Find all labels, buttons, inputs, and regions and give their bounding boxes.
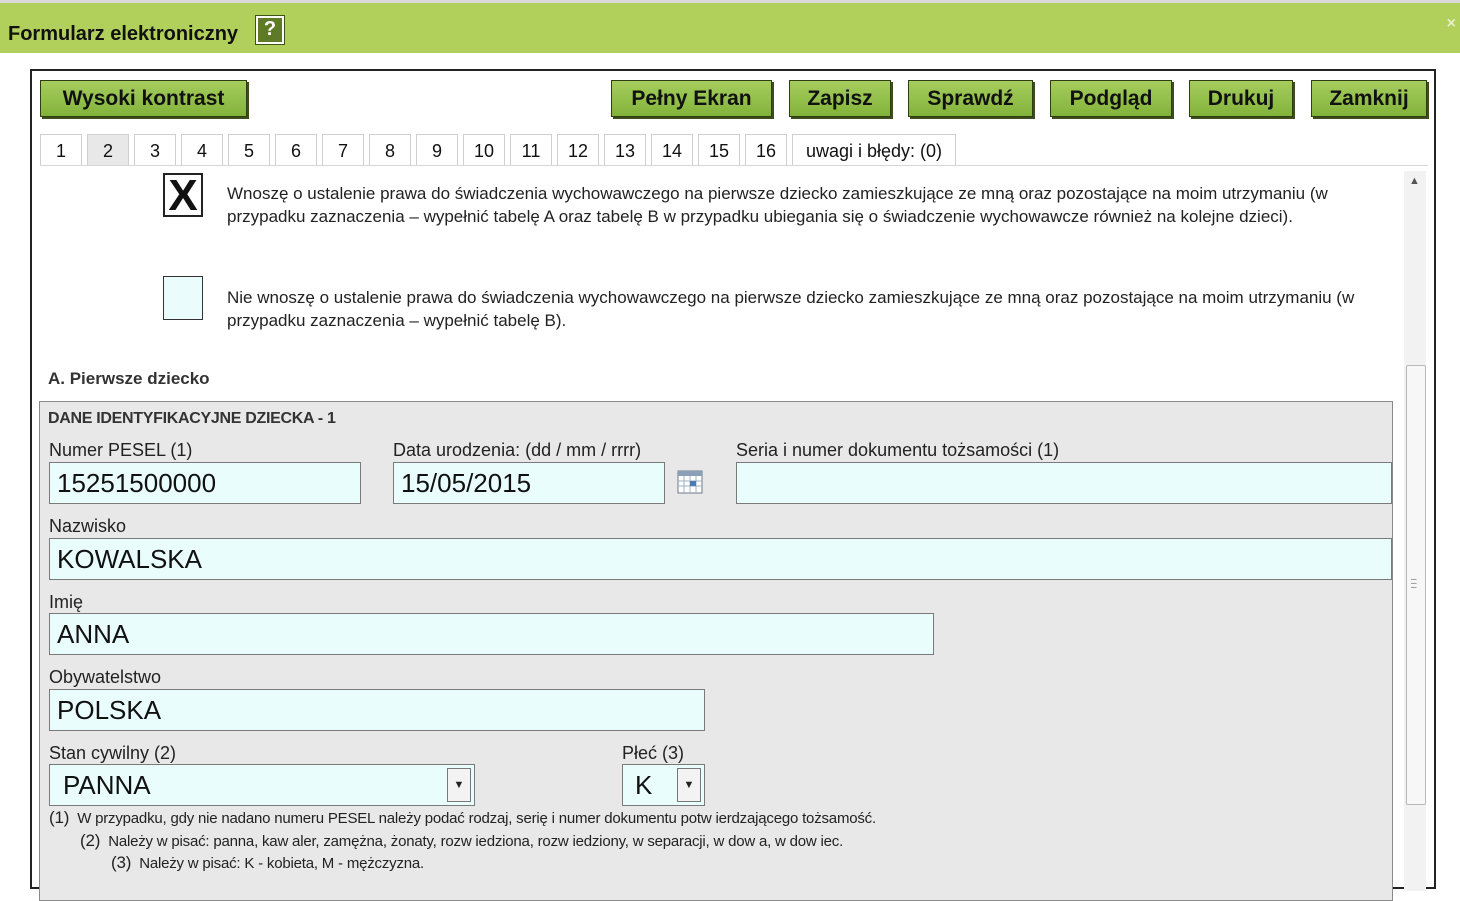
tab-9[interactable]: 9 [416,134,458,166]
sex-label: Płeć (3) [622,743,685,763]
form-frame: Wysoki kontrast Pełny Ekran Zapisz Spraw… [30,69,1436,901]
option-1-text: Wnoszę o ustalenie prawa do świadczenia … [227,184,1328,226]
scrollbar-thumb[interactable]: ‒ ‒ ‒ [1406,365,1426,805]
tab-8[interactable]: 8 [369,134,411,166]
marital-status-label: Stan cywilny (2) [49,743,177,763]
footnote-1: (1) W przypadku, gdy nie nadano numeru PE… [49,808,876,827]
birth-date-input[interactable]: 15/05/2015 [393,462,665,504]
section-title: A. Pierwsze dziecko [48,369,210,388]
citizenship-input[interactable]: POLSKA [49,689,705,731]
surname-label: Nazwisko [49,516,127,536]
tab-7[interactable]: 7 [322,134,364,166]
footnote-2: (2) Należy w pisać: panna, kaw aler, zamę… [80,831,844,850]
window-title: Formularz elektroniczny [8,23,239,45]
close-icon[interactable]: × [1447,15,1456,33]
sex-select[interactable]: K ▼ [622,764,705,806]
option-2-text: Nie wnoszę o ustalenie prawa do świadcze… [227,288,1355,330]
marital-status-select[interactable]: PANNA ▼ [49,764,475,806]
first-name-input[interactable]: ANNA [49,613,934,655]
tab-remarks-errors[interactable]: uwagi i błędy: (0) [792,134,956,166]
tab-5[interactable]: 5 [228,134,270,166]
preview-button[interactable]: Podgląd [1050,80,1172,117]
sex-value: K [635,770,653,800]
birth-date-label: Data urodzenia: (dd / mm / rrrr) [393,440,642,460]
option-2-checkbox[interactable] [163,276,203,320]
child-identification-panel: DANE IDENTYFIKACYJNE DZIECKA - 1 Numer P… [39,401,1393,901]
tab-15[interactable]: 15 [698,134,740,166]
footnote-3: (3) Należy w pisać: K - kobieta, M - mężc… [111,853,425,872]
help-icon[interactable]: ? [255,15,285,45]
tab-1[interactable]: 1 [40,134,82,166]
arrow-up-icon[interactable]: ▲ [1409,175,1420,187]
full-screen-button[interactable]: Pełny Ekran [611,80,772,117]
grip-icon: ‒ ‒ ‒ [1411,574,1417,593]
tab-13[interactable]: 13 [604,134,646,166]
chevron-down-icon[interactable]: ▼ [447,768,471,802]
citizenship-label: Obywatelstwo [49,667,162,687]
pesel-input[interactable]: 15251500000 [49,462,361,504]
tab-3[interactable]: 3 [134,134,176,166]
tab-14[interactable]: 14 [651,134,693,166]
window-titlebar: Formularz elektroniczny ? × [0,0,1460,53]
surname-input[interactable]: KOWALSKA [49,538,1392,580]
id-document-input[interactable] [736,462,1392,504]
pesel-label: Numer PESEL (1) [49,440,193,460]
option-1-checkbox[interactable]: X [163,173,203,218]
tabs-divider [40,165,1428,166]
save-button[interactable]: Zapisz [789,80,891,117]
panel-title: DANE IDENTYFIKACYJNE DZIECKA - 1 [48,410,336,427]
marital-status-value: PANNA [63,770,151,800]
first-name-label: Imię [49,592,84,612]
high-contrast-button[interactable]: Wysoki kontrast [40,80,247,117]
id-document-label: Seria i numer dokumentu tożsamości (1) [736,440,1060,460]
check-button[interactable]: Sprawdź [908,80,1033,117]
tab-12[interactable]: 12 [557,134,599,166]
close-button[interactable]: Zamknij [1311,80,1427,117]
tab-10[interactable]: 10 [463,134,505,166]
tab-4[interactable]: 4 [181,134,223,166]
calendar-icon[interactable] [677,468,703,494]
tab-2[interactable]: 2 [87,134,129,166]
chevron-down-icon[interactable]: ▼ [677,768,701,802]
tab-11[interactable]: 11 [510,134,552,166]
print-button[interactable]: Drukuj [1189,80,1293,117]
tab-16[interactable]: 16 [745,134,787,166]
tab-6[interactable]: 6 [275,134,317,166]
vertical-scrollbar[interactable]: ▲ ‒ ‒ ‒ [1404,171,1426,891]
